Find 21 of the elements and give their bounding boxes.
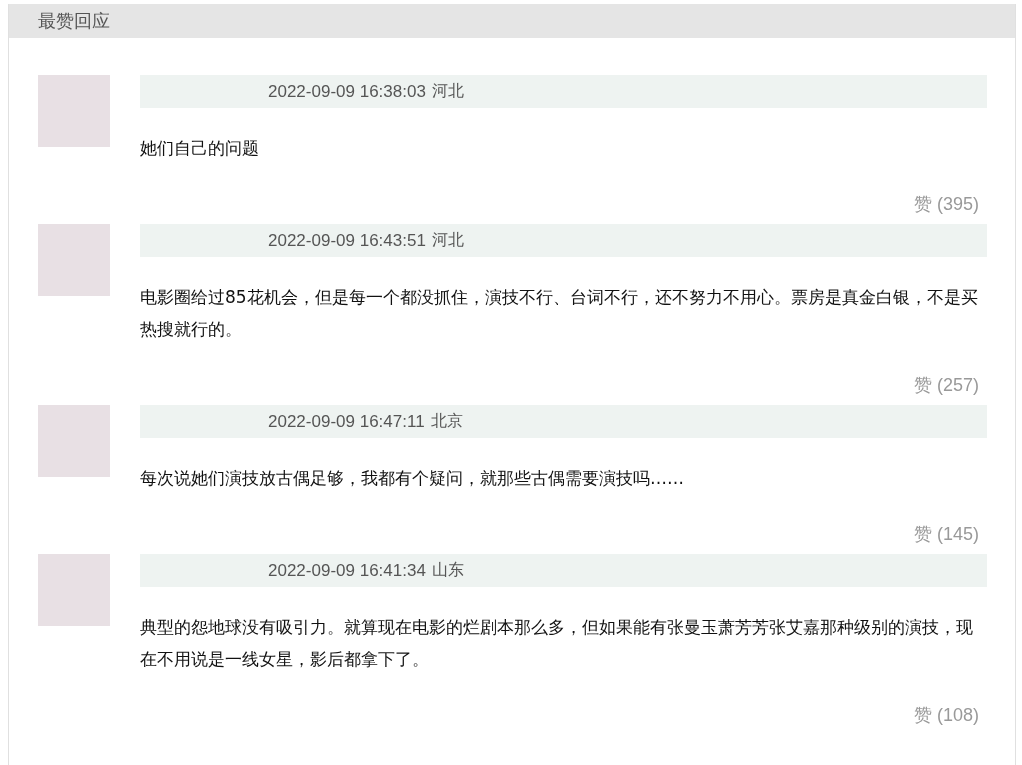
comment-time: 2022-09-09 16:38:03 bbox=[268, 81, 426, 102]
comment-time: 2022-09-09 16:43:51 bbox=[268, 230, 426, 251]
comment-location: 山东 bbox=[431, 560, 464, 581]
avatar-placeholder bbox=[38, 75, 110, 147]
like-link[interactable]: 赞 (257) bbox=[913, 373, 979, 397]
section-title: 最赞回应 bbox=[9, 4, 1015, 38]
comment-text: 每次说她们演技放古偶足够，我都有个疑问，就那些古偶需要演技吗…… bbox=[140, 467, 685, 490]
like-link[interactable]: 赞 (395) bbox=[913, 192, 979, 216]
like-link[interactable]: 赞 (145) bbox=[913, 522, 979, 546]
comment-time: 2022-09-09 16:47:11 bbox=[268, 411, 425, 432]
comment-time: 2022-09-09 16:41:34 bbox=[268, 560, 426, 581]
avatar-placeholder bbox=[38, 405, 110, 477]
comment-location: 北京 bbox=[430, 411, 463, 432]
avatar-placeholder bbox=[38, 554, 110, 626]
avatar-placeholder bbox=[38, 224, 110, 296]
comment-location: 河北 bbox=[431, 81, 464, 102]
comment-text: 典型的怨地球没有吸引力。就算现在电影的烂剧本那么多，但如果能有张曼玉萧芳芳张艾嘉那种级别的演技，现在不用说是一线女星，影后都拿下了。 bbox=[140, 616, 974, 671]
like-link[interactable]: 赞 (108) bbox=[913, 703, 979, 727]
comment-text: 她们自己的问题 bbox=[140, 137, 260, 160]
comment-location: 河北 bbox=[431, 230, 464, 251]
comment-text: 电影圈给过85花机会，但是每一个都没抓住，演技不行、台词不行，还不努力不用心。票房是真金白银，不是买热搜就行的。 bbox=[140, 286, 979, 341]
